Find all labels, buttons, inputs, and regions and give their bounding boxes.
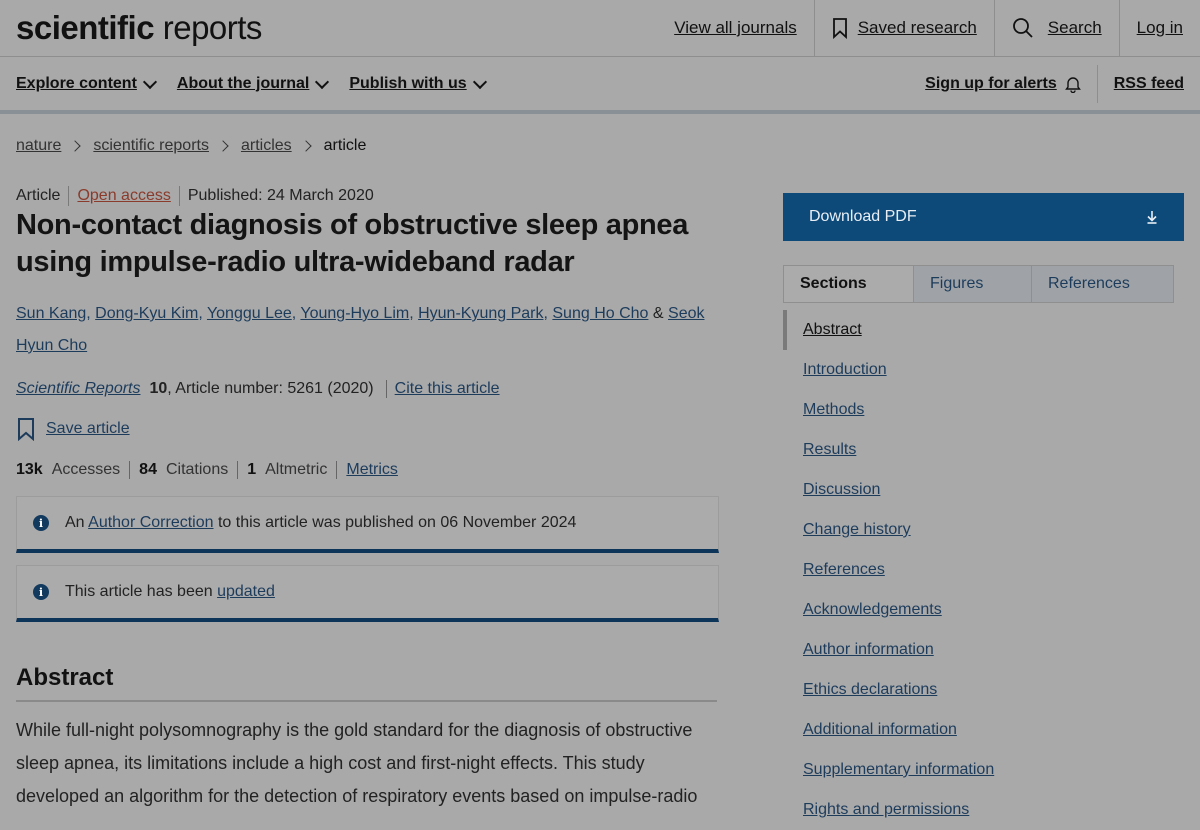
section-link-introduction[interactable]: Introduction: [783, 350, 1172, 390]
about-journal-menu[interactable]: About the journal: [177, 74, 330, 93]
tab-figures[interactable]: Figures: [913, 266, 1031, 302]
article-updated-notice: i This article has been updated: [16, 565, 719, 622]
login-link[interactable]: Log in: [1118, 0, 1200, 56]
journal-logo[interactable]: scientific reports: [16, 8, 262, 48]
section-link-acknowledgements[interactable]: Acknowledgements: [783, 590, 1172, 630]
chevron-right-icon: [299, 140, 312, 152]
chevron-down-icon: [142, 74, 157, 89]
author-link[interactable]: Young-Hyo Lim: [300, 305, 409, 322]
abstract-heading: Abstract: [16, 664, 717, 702]
search-link[interactable]: Search: [993, 0, 1119, 56]
sections-list: Abstract Introduction Methods Results Di…: [783, 310, 1172, 830]
breadcrumb-articles[interactable]: articles: [241, 137, 292, 155]
save-article-button[interactable]: Save article: [16, 417, 130, 441]
section-link-author-information[interactable]: Author information: [783, 630, 1172, 670]
abstract-text: While full-night polysomnography is the …: [16, 720, 698, 806]
tab-references[interactable]: References: [1031, 266, 1173, 302]
publish-menu[interactable]: Publish with us: [349, 74, 487, 93]
article-number: , Article number: 5261 (2020): [167, 380, 374, 397]
section-link-discussion[interactable]: Discussion: [783, 470, 1172, 510]
info-icon: i: [33, 584, 49, 600]
search-icon: [1012, 18, 1033, 38]
chevron-right-icon: [69, 140, 82, 152]
author-link[interactable]: Dong-Kyu Kim: [95, 305, 198, 322]
chevron-down-icon: [315, 74, 330, 89]
chevron-right-icon: [217, 140, 229, 152]
article-metrics: 13k Accesses 84 Citations 1 Altmetric Metri…: [16, 459, 407, 481]
volume: 10: [149, 380, 168, 397]
metrics-link[interactable]: Metrics: [346, 461, 398, 479]
journal-name-link[interactable]: Scientific Reports: [16, 380, 141, 398]
download-pdf-button[interactable]: Download PDF: [783, 193, 1184, 241]
open-access-link[interactable]: Open access: [68, 186, 178, 206]
article-meta: Article Open access Published: 24 March …: [16, 185, 382, 207]
explore-content-menu[interactable]: Explore content: [16, 74, 157, 93]
published-date: Published: 24 March 2020: [178, 186, 382, 206]
breadcrumb-scientific-reports[interactable]: scientific reports: [93, 137, 209, 155]
article-type: Article: [16, 187, 61, 204]
section-link-methods[interactable]: Methods: [783, 390, 1172, 430]
article-title: Non-contact diagnosis of obstructive sle…: [16, 209, 689, 278]
section-link-ethics[interactable]: Ethics declarations: [783, 670, 1172, 710]
author-correction-link[interactable]: Author Correction: [88, 514, 213, 531]
author-link[interactable]: Yonggu Lee: [207, 305, 292, 322]
section-link-supplementary[interactable]: Supplementary information: [783, 750, 1172, 790]
updated-link[interactable]: updated: [217, 583, 275, 600]
breadcrumb-current: article: [323, 137, 367, 154]
section-link-change-history[interactable]: Change history: [783, 510, 1172, 550]
download-icon: [1147, 211, 1157, 224]
info-icon: i: [33, 515, 49, 531]
tab-sections[interactable]: Sections: [784, 266, 913, 302]
author-list: Sun Kang, Dong-Kyu Kim, Yonggu Lee, Youn…: [16, 305, 705, 354]
section-link-rights[interactable]: Rights and permissions: [783, 790, 1172, 830]
author-link[interactable]: Sun Kang: [16, 305, 86, 322]
section-link-references[interactable]: References: [783, 550, 1172, 590]
chevron-down-icon: [472, 74, 487, 89]
author-link[interactable]: Sung Ho Cho: [552, 305, 648, 322]
section-link-abstract[interactable]: Abstract: [783, 310, 1172, 350]
section-link-additional-information[interactable]: Additional information: [783, 710, 1172, 750]
site-header: scientific reports View all journals Sav…: [0, 0, 1200, 57]
breadcrumb-nature[interactable]: nature: [16, 137, 61, 155]
author-correction-notice: i An Author Correction to this article w…: [16, 496, 719, 553]
bookmark-icon: [18, 418, 34, 441]
sidebar-tabs: Sections Figures References: [783, 265, 1174, 303]
journal-nav: Explore content About the journal Publis…: [0, 57, 1200, 114]
rss-feed-link[interactable]: RSS feed: [1096, 64, 1200, 103]
section-link-results[interactable]: Results: [783, 430, 1172, 470]
saved-research-link[interactable]: Saved research: [813, 0, 994, 56]
citation-line: Scientific Reports 10 , Article number: …: [16, 378, 500, 400]
cite-article-link[interactable]: Cite this article: [385, 380, 500, 398]
top-nav: View all journals Saved research Search …: [657, 0, 1200, 56]
view-all-journals-link[interactable]: View all journals: [657, 0, 814, 56]
bookmark-icon: [832, 18, 847, 39]
bell-icon: [1064, 76, 1081, 93]
alerts-signup-link[interactable]: Sign up for alerts: [909, 65, 1097, 103]
author-link[interactable]: Hyun-Kyung Park: [418, 305, 543, 322]
breadcrumb: nature scientific reports articles artic…: [16, 137, 366, 155]
